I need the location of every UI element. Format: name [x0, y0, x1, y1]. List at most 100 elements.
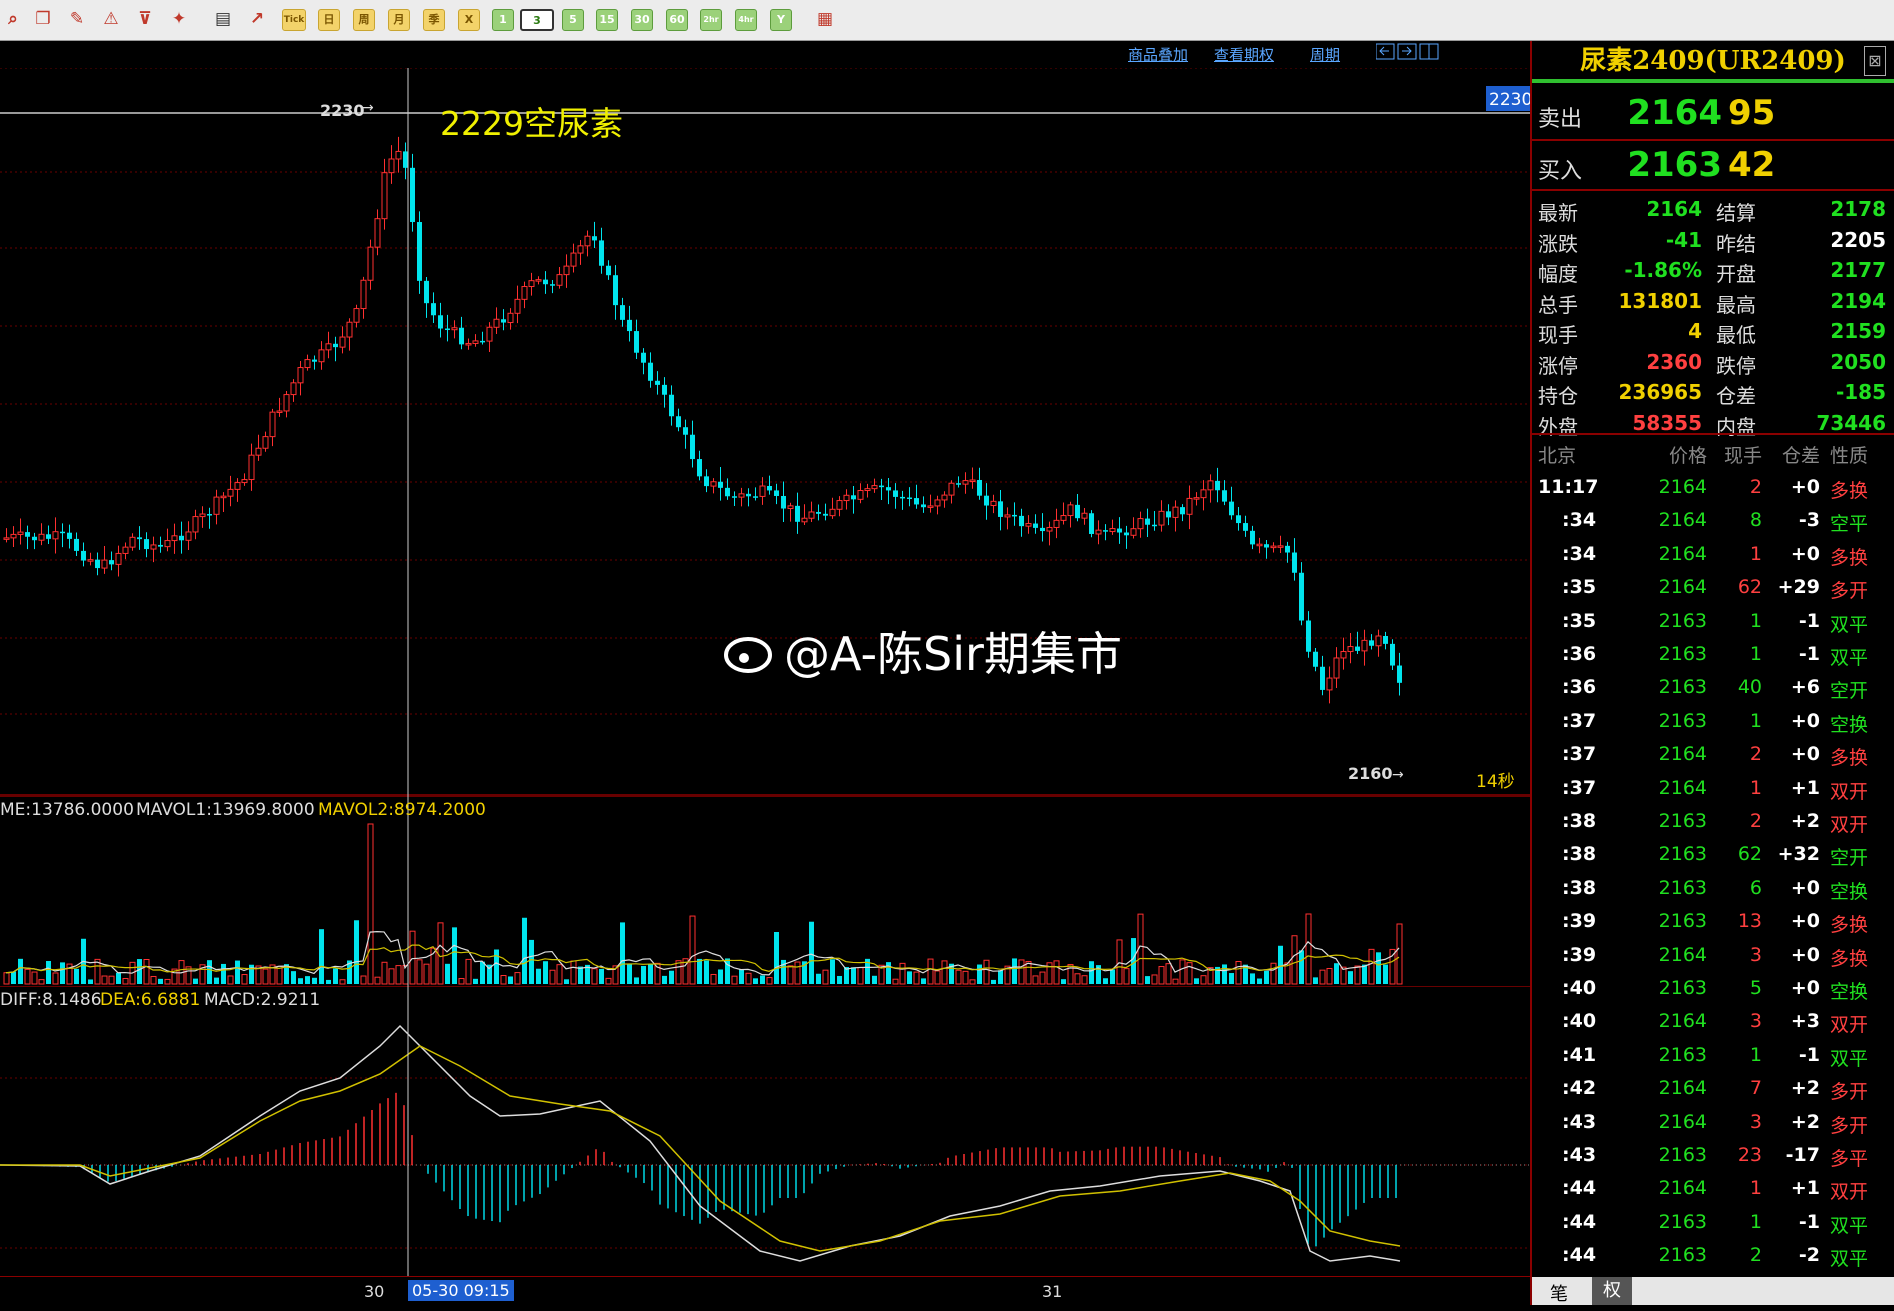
macd-chart[interactable]: DIFF:8.1486 DEA:6.6881 MACD:2.9211	[0, 986, 1530, 1276]
tick-row[interactable]: :44 2163 1 -1 双平	[1532, 1211, 1894, 1244]
tick-price: 2163	[1658, 709, 1707, 732]
x-button[interactable]: X	[458, 9, 480, 31]
tick-row[interactable]: :35 2164 62 +29 多开	[1532, 576, 1894, 609]
year-button[interactable]: Y	[770, 9, 792, 31]
min5-button[interactable]: 5	[562, 9, 584, 31]
tick-row[interactable]: 11:17 2164 2 +0 多换	[1532, 476, 1894, 509]
candle-body	[1207, 480, 1214, 491]
tick-row[interactable]: :38 2163 6 +0 空换	[1532, 877, 1894, 910]
zoom-icon[interactable]: ⌕	[2, 9, 24, 31]
month-button[interactable]: 月	[388, 9, 410, 31]
volume-bar	[591, 968, 598, 985]
candle-body	[969, 479, 976, 482]
season-button[interactable]: 季	[423, 9, 445, 31]
volume-bar	[669, 970, 674, 984]
tick-row[interactable]: :38 2163 2 +2 双开	[1532, 810, 1894, 843]
min30-button[interactable]: 30	[631, 9, 653, 31]
candle-body	[1145, 518, 1150, 525]
tick-row[interactable]: :36 2163 40 +6 空开	[1532, 676, 1894, 709]
volume-bar	[193, 978, 198, 984]
chart-icon[interactable]: ↗	[246, 9, 268, 31]
volume-bar	[101, 975, 108, 985]
candle-body	[1369, 640, 1374, 646]
tick-row[interactable]: :38 2163 62 +32 空开	[1532, 843, 1894, 876]
min1-button[interactable]: 1	[492, 9, 514, 31]
switch-icon[interactable]: ⊠	[1864, 46, 1886, 76]
tick-time: :42	[1562, 1077, 1597, 1100]
candle-body	[67, 532, 72, 539]
candle-body	[1081, 512, 1088, 519]
layout-icons[interactable]	[1375, 42, 1528, 62]
tick-nature: 多换	[1830, 914, 1869, 937]
volume-bar	[857, 967, 864, 985]
candle-body	[1383, 636, 1388, 644]
min15-button[interactable]: 15	[596, 9, 618, 31]
hr4-button[interactable]: 4hr	[735, 9, 757, 31]
tick-row[interactable]: :39 2164 3 +0 多换	[1532, 944, 1894, 977]
candle-body	[767, 486, 772, 491]
tick-volume: 1	[1749, 609, 1762, 632]
volume-bar	[1305, 913, 1312, 985]
tick-button[interactable]: Tick	[282, 9, 306, 31]
table-icon[interactable]: ▤	[212, 9, 234, 31]
new-icon[interactable]: ✦	[168, 9, 190, 31]
tick-row[interactable]: :41 2163 1 -1 双平	[1532, 1044, 1894, 1077]
tick-nature: 多开	[1830, 580, 1869, 603]
tick-row[interactable]: :36 2163 1 -1 双平	[1532, 643, 1894, 676]
min60-button[interactable]: 60	[666, 9, 688, 31]
filter-icon[interactable]: ⊽	[134, 9, 156, 31]
period-link[interactable]: 周期	[1310, 44, 1340, 65]
candle-body	[1397, 665, 1402, 683]
warning-icon[interactable]: ⚠	[100, 9, 122, 31]
volume-bar	[60, 962, 65, 984]
volume-chart[interactable]: ME:13786.0000 MAVOL1:13969.8000 MAVOL2:8…	[0, 796, 1530, 986]
volume-bar	[1291, 935, 1298, 985]
tab-rights[interactable]: 权	[1592, 1277, 1632, 1305]
hr2-button[interactable]: 2hr	[700, 9, 722, 31]
tab-trades[interactable]: 笔	[1550, 1280, 1568, 1306]
tick-price: 2164	[1658, 1077, 1707, 1100]
candle-body	[879, 485, 884, 488]
tick-row[interactable]: :44 2163 2 -2 双平	[1532, 1244, 1894, 1277]
candle-body	[150, 544, 157, 550]
candle-body	[927, 505, 934, 508]
min3-button[interactable]: 3	[520, 9, 554, 31]
tick-row[interactable]: :43 2164 3 +2 多开	[1532, 1111, 1894, 1144]
tick-row[interactable]: :37 2163 1 +0 空换	[1532, 710, 1894, 743]
tick-row[interactable]: :37 2164 2 +0 多换	[1532, 743, 1894, 776]
day-button[interactable]: 日	[318, 9, 340, 31]
volume-bar	[465, 958, 472, 985]
tick-row[interactable]: :42 2164 7 +2 多开	[1532, 1077, 1894, 1110]
volume-bar	[969, 979, 976, 985]
tick-row[interactable]: :39 2163 13 +0 多换	[1532, 910, 1894, 943]
tick-oi-change: -1	[1798, 609, 1820, 632]
volume-bar	[941, 960, 948, 985]
candle-body	[199, 513, 206, 518]
tick-row[interactable]: :34 2164 8 -3 空平	[1532, 509, 1894, 542]
volume-bar	[116, 972, 121, 984]
tick-oi-change: +0	[1790, 910, 1820, 933]
candle-body	[550, 284, 555, 286]
volume-bar	[1362, 964, 1367, 984]
tick-volume: 2	[1749, 810, 1762, 832]
tick-price: 2163	[1658, 643, 1707, 665]
candle-body	[1375, 635, 1382, 647]
tick-row[interactable]: :35 2163 1 -1 双平	[1532, 610, 1894, 643]
week-button[interactable]: 周	[353, 9, 375, 31]
tick-oi-change: -2	[1798, 1244, 1820, 1267]
grid-icon[interactable]: ▦	[814, 9, 836, 31]
tick-row[interactable]: :40 2164 3 +3 双开	[1532, 1010, 1894, 1043]
options-link[interactable]: 查看期权	[1214, 44, 1274, 65]
window-icon[interactable]: ❐	[32, 9, 54, 31]
pen-icon[interactable]: ✎	[66, 9, 88, 31]
candle-body	[753, 496, 758, 498]
tick-row[interactable]: :34 2164 1 +0 多换	[1532, 543, 1894, 576]
tick-row[interactable]: :43 2163 23 -17 多平	[1532, 1144, 1894, 1177]
tick-row[interactable]: :44 2164 1 +1 双开	[1532, 1177, 1894, 1210]
tick-row[interactable]: :37 2164 1 +1 双开	[1532, 777, 1894, 810]
tick-nature: 双开	[1830, 814, 1869, 836]
candlestick-chart[interactable]: 2230 → 2229空尿素 2160 → 14秒 2230 @A-陈Sir期集…	[0, 68, 1530, 796]
overlay-link[interactable]: 商品叠加	[1128, 44, 1188, 65]
tick-time: :38	[1562, 810, 1597, 832]
tick-row[interactable]: :40 2163 5 +0 空换	[1532, 977, 1894, 1010]
